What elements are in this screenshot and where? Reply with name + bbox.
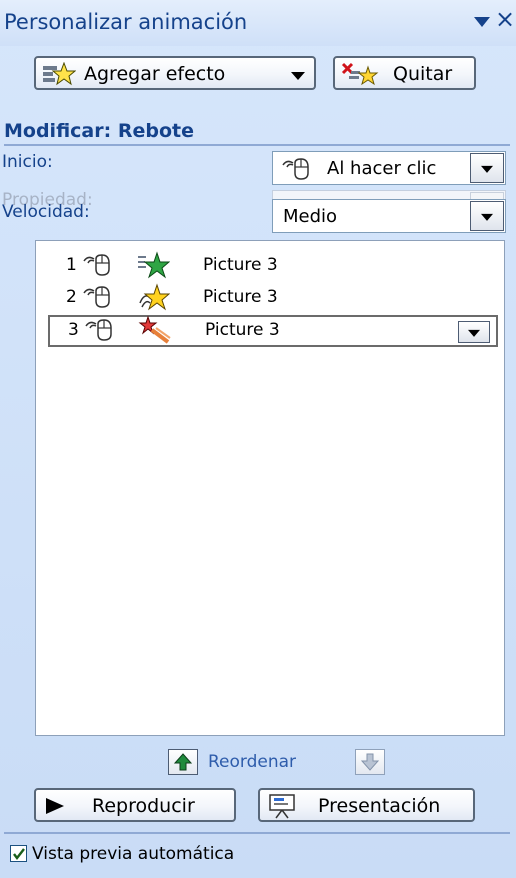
slideshow-label: Presentación: [318, 795, 441, 817]
entrance-star-icon: [136, 251, 171, 283]
mouse-click-icon: [281, 157, 313, 186]
item-name: Picture 3: [203, 255, 278, 275]
exit-star-icon: [138, 315, 172, 348]
modify-heading: Modificar: Rebote: [4, 120, 194, 142]
list-item[interactable]: 2 Picture 3: [48, 283, 498, 313]
item-name: Picture 3: [205, 320, 280, 340]
speed-value: Medio: [283, 206, 338, 227]
checkmark-icon: [12, 846, 26, 865]
arrow-down-icon: [360, 753, 380, 775]
pane-title-bar: Personalizar animación ×: [0, 0, 516, 46]
mouse-click-icon: [82, 284, 114, 314]
custom-animation-pane: Personalizar animación × Agregar efecto: [0, 0, 516, 878]
item-number: 2: [66, 287, 77, 307]
reorder-label: Reordenar: [208, 752, 297, 772]
slideshow-icon: [268, 793, 298, 824]
section-divider: [4, 144, 510, 146]
speed-label: Velocidad:: [2, 202, 90, 222]
list-item[interactable]: 1 Picture 3: [48, 251, 498, 281]
play-icon: [44, 797, 66, 820]
remove-effect-icon: [341, 61, 379, 92]
move-down-button: [355, 749, 385, 775]
chevron-down-icon: [468, 329, 480, 337]
slideshow-button[interactable]: Presentación: [258, 788, 475, 822]
mouse-click-icon: [82, 252, 114, 282]
item-name: Picture 3: [203, 287, 278, 307]
arrow-up-icon: [173, 753, 193, 775]
play-label: Reproducir: [92, 795, 195, 817]
item-number: 1: [66, 255, 77, 275]
chevron-down-icon: [481, 165, 493, 173]
chevron-down-icon: [481, 213, 493, 221]
chevron-down-icon: [290, 66, 306, 88]
autopreview-label: Vista previa automática: [32, 844, 235, 864]
start-value: Al hacer clic: [327, 158, 437, 179]
speed-dropdown-button[interactable]: [470, 201, 504, 231]
mouse-click-icon: [84, 317, 116, 347]
add-effect-button[interactable]: Agregar efecto: [34, 56, 316, 90]
close-icon[interactable]: ×: [495, 7, 515, 31]
add-effect-icon: [42, 61, 77, 91]
remove-effect-label: Quitar: [393, 63, 453, 85]
play-button[interactable]: Reproducir: [34, 788, 236, 822]
animation-list[interactable]: 1 Picture 3 2 Picture 3 3 Picture 3: [35, 240, 505, 736]
add-effect-label: Agregar efecto: [84, 63, 226, 85]
item-number: 3: [68, 320, 79, 340]
autopreview-checkbox[interactable]: [10, 845, 27, 862]
item-dropdown-button[interactable]: [458, 321, 490, 343]
move-up-button[interactable]: [168, 749, 198, 775]
pane-options-icon[interactable]: [473, 12, 491, 32]
footer-divider: [4, 832, 510, 834]
start-select[interactable]: Al hacer clic: [272, 151, 506, 185]
start-dropdown-button[interactable]: [470, 153, 504, 183]
remove-effect-button[interactable]: Quitar: [333, 56, 476, 90]
list-item-selected[interactable]: 3 Picture 3: [48, 315, 498, 347]
pane-title: Personalizar animación: [4, 10, 248, 34]
speed-select[interactable]: Medio: [272, 199, 506, 233]
reorder-bar: Reordenar: [0, 740, 516, 780]
emphasis-star-icon: [136, 283, 171, 315]
start-label: Inicio:: [2, 152, 53, 172]
